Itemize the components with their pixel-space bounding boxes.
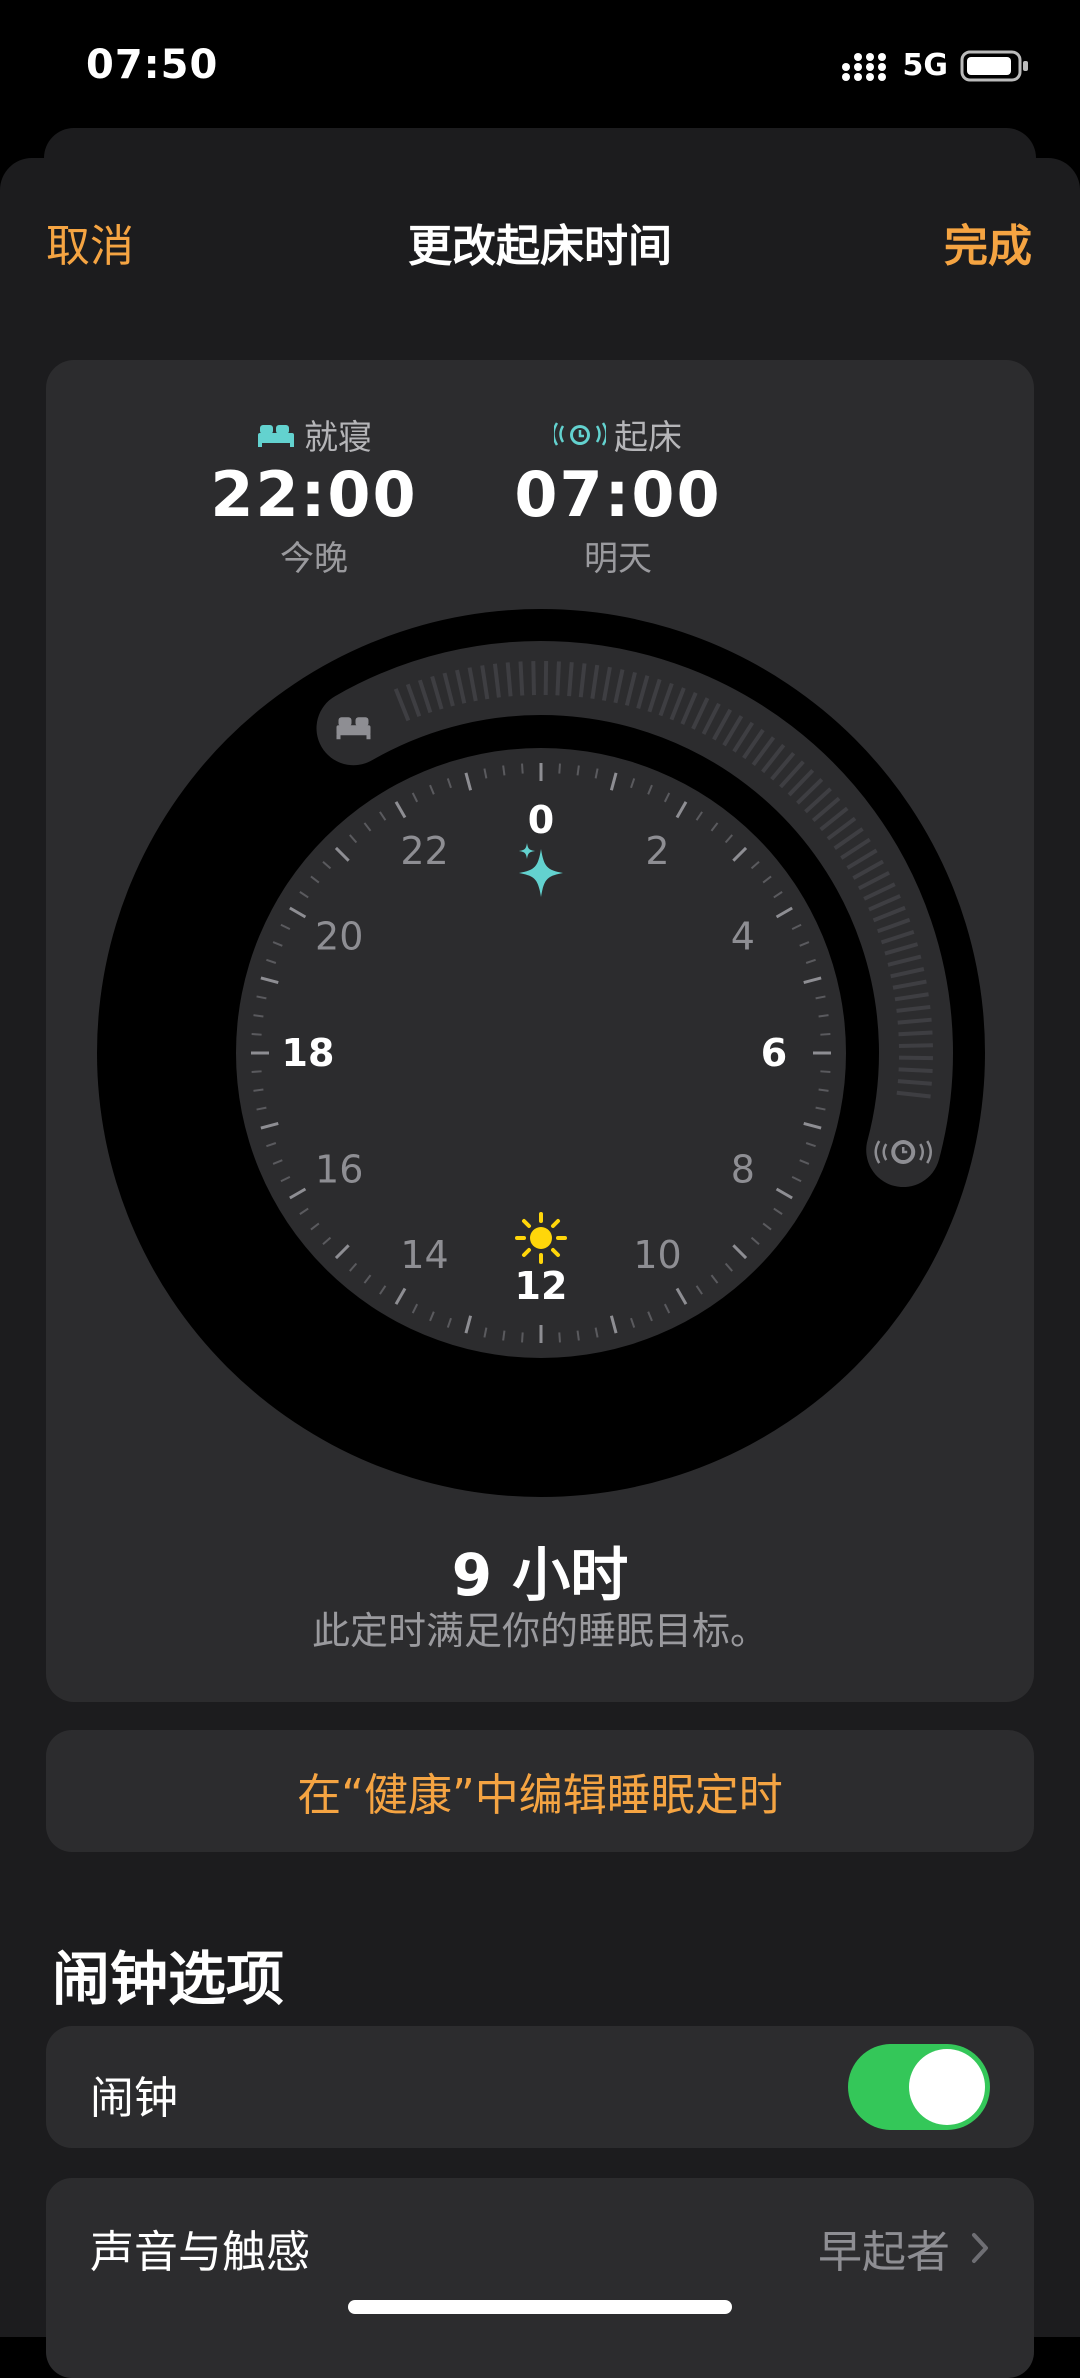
network-type: 5G: [903, 48, 949, 83]
arc-tick: [520, 662, 522, 696]
dial-tick: [559, 1332, 560, 1342]
bed-icon: [256, 419, 296, 449]
arc-tick: [899, 1045, 933, 1046]
status-time: 07:50: [86, 42, 218, 88]
dial-tick: [820, 1071, 830, 1072]
dial-tick: [253, 1090, 263, 1091]
dial-tick: [252, 1071, 262, 1072]
dial-tick: [522, 764, 523, 774]
dial-tick: [819, 1090, 829, 1091]
dial-number-20: 20: [315, 915, 363, 959]
signal-icon: [841, 49, 891, 83]
dial-tick: [559, 764, 560, 774]
home-indicator: [348, 2300, 732, 2314]
status-indicators: 5G: [841, 48, 1031, 83]
dial-number-18: 18: [282, 1031, 335, 1075]
bedtime-day: 今晚: [194, 531, 434, 580]
dial-tick: [522, 1332, 523, 1342]
wake-day: 明天: [498, 531, 738, 580]
sound-value-group: 早起者: [818, 2216, 990, 2280]
dial-tick: [503, 765, 504, 775]
dial-tick: [252, 1034, 262, 1035]
alarm-icon: [554, 417, 606, 451]
dial-number-12: 12: [515, 1264, 568, 1308]
wake-display: 起床 07:00 明天: [498, 412, 738, 580]
bedtime-value: 22:00: [194, 458, 434, 531]
sun-icon: [517, 1214, 565, 1262]
alarm-toggle[interactable]: [848, 2044, 990, 2130]
sound-label: 声音与触感: [90, 2216, 310, 2280]
dial-tick: [503, 1331, 504, 1341]
status-bar: 07:50 5G: [0, 0, 1080, 140]
dial-number-2: 2: [645, 829, 669, 873]
edit-in-health-button[interactable]: 在“健康”中编辑睡眠定时: [46, 1730, 1034, 1852]
arc-tick: [533, 661, 534, 695]
dial-number-10: 10: [633, 1233, 681, 1277]
arc-tick: [899, 1069, 933, 1071]
dial-number-8: 8: [731, 1148, 755, 1192]
dial-number-16: 16: [315, 1148, 363, 1192]
page-title: 更改起床时间: [0, 210, 1080, 274]
dial-number-14: 14: [400, 1233, 448, 1277]
sleep-goal-message: 此定时满足你的睡眠目标。: [46, 1600, 1034, 1655]
dial-tick: [819, 1015, 829, 1016]
wake-label: 起床: [614, 410, 682, 459]
sleep-clock-dial[interactable]: 0 2 4 6 8 10 12 14 16 18 20 22: [96, 608, 986, 1498]
chevron-right-icon: [970, 2231, 990, 2265]
wake-value: 07:00: [498, 458, 738, 531]
arc-tick: [569, 662, 572, 696]
dial-tick: [820, 1034, 830, 1035]
sound-haptics-row[interactable]: 声音与触感 早起者: [46, 2178, 1034, 2378]
bedtime-display: 就寝 22:00 今晚: [194, 412, 434, 580]
dial-tick: [578, 1331, 579, 1341]
nav-bar: 取消 更改起床时间 完成: [0, 200, 1080, 270]
alarm-label: 闹钟: [90, 2062, 178, 2126]
alarm-toggle-row: 闹钟: [46, 2026, 1034, 2148]
dial-tick: [253, 1015, 263, 1016]
dial-number-6: 6: [761, 1031, 787, 1075]
battery-icon: [960, 49, 1030, 83]
arc-tick: [898, 1081, 932, 1084]
dial-number-4: 4: [731, 915, 755, 959]
bedtime-label: 就寝: [304, 410, 372, 459]
toggle-knob: [909, 2049, 985, 2125]
dial-number-22: 22: [400, 829, 448, 873]
dial-number-0: 0: [528, 798, 554, 842]
arc-tick: [557, 661, 559, 695]
arc-tick: [899, 1032, 933, 1034]
sleep-schedule-card: 就寝 22:00 今晚 起床 07:00 明天 0 2 4 6 8 10 12 14 16 18 2…: [46, 360, 1034, 1702]
alarm-options-heading: 闹钟选项: [52, 1932, 284, 2016]
dial-tick: [578, 765, 579, 775]
done-button[interactable]: 完成: [944, 210, 1032, 274]
sound-value: 早起者: [818, 2216, 950, 2280]
